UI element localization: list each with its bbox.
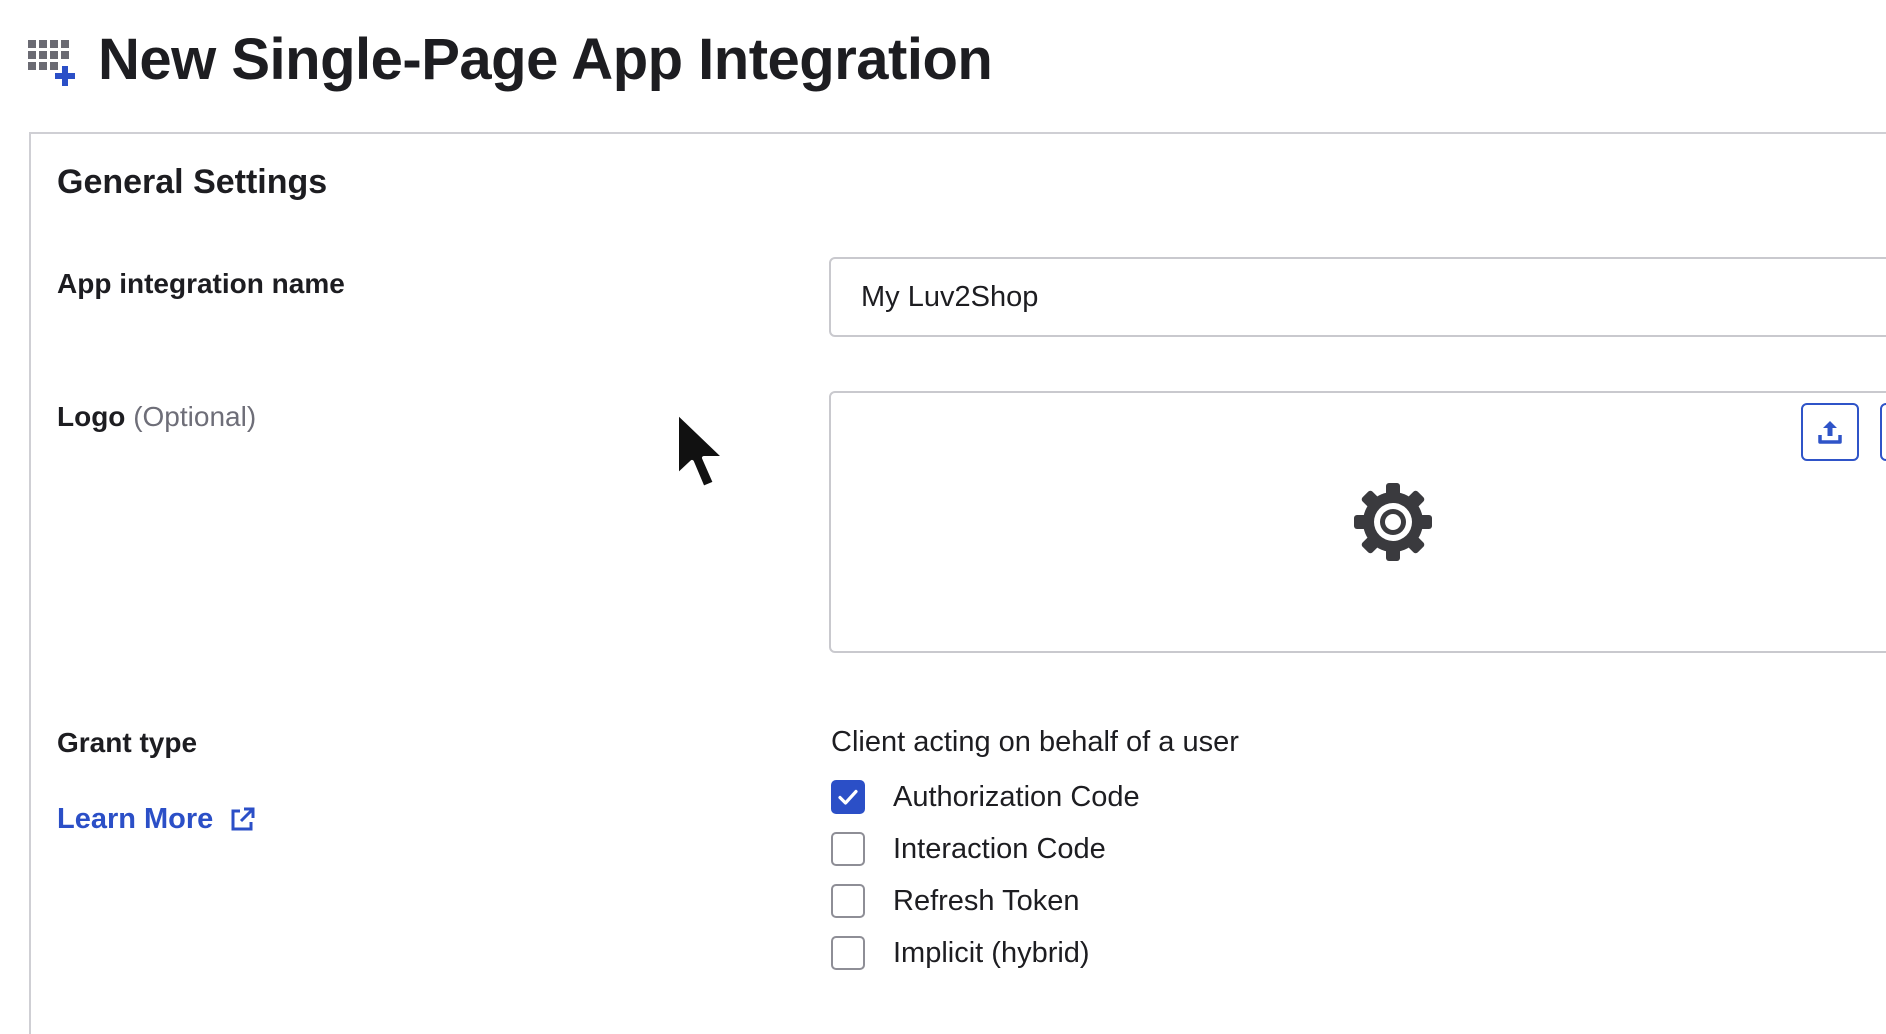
logo-label-text: Logo — [57, 401, 126, 432]
grant-option-refresh-token[interactable]: Refresh Token — [831, 883, 1079, 919]
grant-group-label: Client acting on behalf of a user — [831, 726, 1239, 758]
grant-type-label: Grant type — [57, 727, 198, 758]
learn-more-link[interactable]: Learn More — [57, 803, 257, 836]
mouse-pointer-icon — [675, 410, 727, 490]
authorization-code-checkbox[interactable] — [831, 780, 865, 814]
page-header: New Single-Page App Integration — [28, 24, 993, 94]
upload-icon — [1818, 421, 1842, 444]
interaction-code-checkbox[interactable] — [831, 832, 865, 866]
upload-logo-button[interactable] — [1801, 403, 1859, 461]
section-title: General Settings — [57, 163, 328, 201]
authorization-code-label: Authorization Code — [893, 780, 1140, 813]
refresh-token-label: Refresh Token — [893, 884, 1080, 917]
interaction-code-label: Interaction Code — [893, 832, 1106, 865]
apps-add-icon — [28, 40, 75, 86]
gear-icon — [1354, 483, 1432, 561]
grant-option-authorization-code[interactable]: Authorization Code — [831, 779, 1140, 815]
refresh-token-checkbox[interactable] — [831, 884, 865, 918]
external-link-icon — [231, 807, 255, 830]
implicit-hybrid-checkbox[interactable] — [831, 936, 865, 970]
optional-note: (Optional) — [133, 401, 257, 432]
grant-option-implicit-hybrid[interactable]: Implicit (hybrid) — [831, 935, 1090, 971]
implicit-hybrid-label: Implicit (hybrid) — [893, 936, 1090, 969]
learn-more-text: Learn More — [57, 803, 214, 835]
checkmark-icon — [838, 789, 858, 805]
logo-label: Logo (Optional) — [57, 401, 256, 433]
app-name-input[interactable] — [829, 257, 1886, 337]
page-title: New Single-Page App Integration — [98, 26, 993, 92]
app-name-label: App integration name — [57, 268, 345, 299]
grant-option-interaction-code[interactable]: Interaction Code — [831, 831, 1106, 867]
remove-logo-button[interactable] — [1880, 403, 1886, 461]
